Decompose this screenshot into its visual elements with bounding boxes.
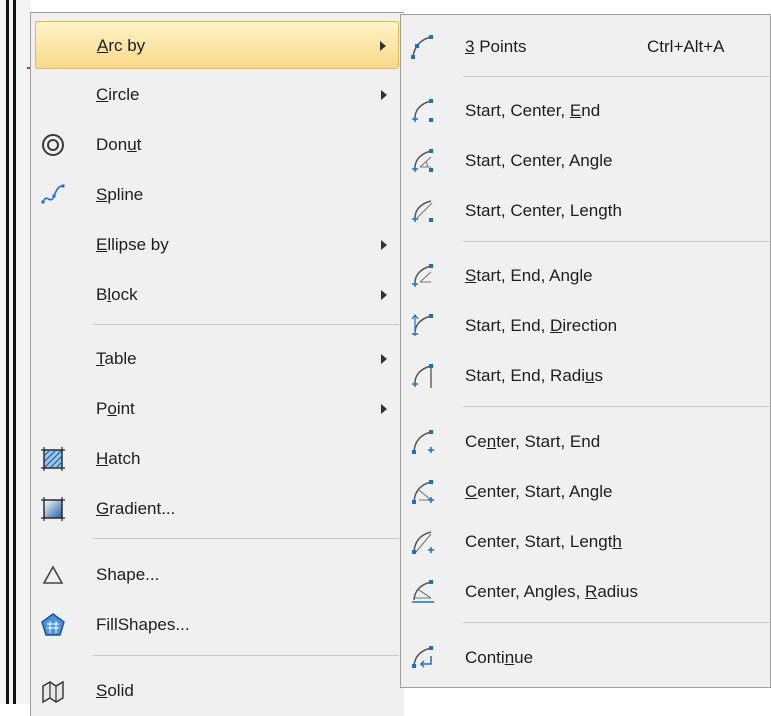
submenu-item-label: Center, Start, End xyxy=(465,432,601,451)
submenu-item-start-center-angle[interactable]: Start, Center, Angle xyxy=(401,137,770,185)
shortcut-label: Ctrl+Alt+A xyxy=(647,37,725,56)
menu-item-label: Solid xyxy=(96,681,134,700)
menu-separator xyxy=(463,241,769,242)
menu-item-fillshapes[interactable]: FillShapes... xyxy=(35,601,399,649)
menu-item-circle[interactable]: Circle xyxy=(35,71,399,119)
menu-item-hatch[interactable]: Hatch xyxy=(35,435,399,483)
menu-item-label: Spline xyxy=(96,185,144,204)
menu-item-label: Arc by xyxy=(97,36,146,55)
arc-start-end-angle-icon xyxy=(409,262,437,290)
menu-item-label: Shape... xyxy=(96,565,160,584)
submenu-item-label: Start, Center, Angle xyxy=(465,151,613,170)
submenu-arrow-icon xyxy=(381,354,387,364)
menu-item-label: Gradient... xyxy=(96,499,176,518)
menu-item-label: Table xyxy=(96,349,137,368)
menu-item-label: Block xyxy=(96,285,138,304)
menu-item-table[interactable]: Table xyxy=(35,335,399,383)
submenu-arrow-icon xyxy=(380,41,386,51)
triangle-icon xyxy=(39,561,67,589)
submenu-item-label: Start, Center, End xyxy=(465,101,601,120)
submenu-arrow-icon xyxy=(381,240,387,250)
submenu-item-center-start-length[interactable]: Center, Start, Length xyxy=(401,518,770,566)
arc-by-submenu: 3 Points Ctrl+Alt+A Start, Center, End S… xyxy=(400,14,771,688)
menu-item-donut[interactable]: Donut xyxy=(35,121,399,169)
spline-icon xyxy=(39,181,67,209)
donut-icon xyxy=(39,131,67,159)
submenu-item-label: Center, Start, Length xyxy=(465,532,622,551)
submenu-item-label: Start, End, Direction xyxy=(465,316,618,335)
submenu-item-start-center-length[interactable]: Start, Center, Length xyxy=(401,187,770,235)
draw-context-menu: Arc by Circle Donut Spline Ellipse by Bl… xyxy=(30,12,404,716)
arc-3points-icon xyxy=(409,33,437,61)
arc-start-center-end-icon xyxy=(409,97,437,125)
menu-item-gradient[interactable]: Gradient... xyxy=(35,485,399,533)
submenu-item-label: 3 Points xyxy=(465,37,527,56)
menu-separator xyxy=(93,538,399,539)
arc-start-center-angle-icon xyxy=(409,147,437,175)
arc-center-start-end-icon xyxy=(409,428,437,456)
menu-item-shape[interactable]: Shape... xyxy=(35,551,399,599)
menu-item-solid[interactable]: Solid xyxy=(35,667,399,715)
arc-start-end-radius-icon xyxy=(409,362,437,390)
hatch-icon xyxy=(39,445,67,473)
arc-center-start-angle-icon xyxy=(409,478,437,506)
submenu-item-start-center-end[interactable]: Start, Center, End xyxy=(401,87,770,135)
submenu-item-start-end-radius[interactable]: Start, End, Radius xyxy=(401,352,770,400)
menu-item-label: Hatch xyxy=(96,449,141,468)
menu-item-label: Circle xyxy=(96,85,140,104)
submenu-item-center-start-end[interactable]: Center, Start, End xyxy=(401,418,770,466)
window-border-line xyxy=(6,0,9,704)
menu-item-label: Point xyxy=(96,399,135,418)
submenu-item-label: Continue xyxy=(465,648,534,667)
gradient-icon xyxy=(39,495,67,523)
menu-item-block[interactable]: Block xyxy=(35,271,399,319)
menu-item-spline[interactable]: Spline xyxy=(35,171,399,219)
arc-center-start-length-icon xyxy=(409,528,437,556)
submenu-item-3-points[interactable]: 3 Points Ctrl+Alt+A xyxy=(401,23,770,71)
solid-icon xyxy=(39,677,67,705)
arc-start-end-direction-icon xyxy=(409,312,437,340)
submenu-item-label: Center, Start, Angle xyxy=(465,482,613,501)
submenu-item-start-end-direction[interactable]: Start, End, Direction xyxy=(401,302,770,350)
arc-center-angles-radius-icon xyxy=(409,578,437,606)
submenu-arrow-icon xyxy=(381,404,387,414)
submenu-arrow-icon xyxy=(381,90,387,100)
submenu-item-label: Start, End, Radius xyxy=(465,366,603,385)
menu-item-ellipse-by[interactable]: Ellipse by xyxy=(35,221,399,269)
submenu-item-label: Start, Center, Length xyxy=(465,201,622,220)
submenu-arrow-icon xyxy=(381,290,387,300)
menu-separator xyxy=(463,406,769,407)
submenu-item-label: Center, Angles, Radius xyxy=(465,582,638,601)
menu-separator xyxy=(463,622,769,623)
menu-item-point[interactable]: Point xyxy=(35,385,399,433)
menu-separator xyxy=(93,324,399,325)
submenu-item-start-end-angle[interactable]: Start, End, Angle xyxy=(401,252,770,300)
arc-start-center-length-icon xyxy=(409,197,437,225)
arc-continue-icon xyxy=(409,644,437,672)
menu-item-label: Donut xyxy=(96,135,142,154)
submenu-item-center-angles-radius[interactable]: Center, Angles, Radius xyxy=(401,568,770,616)
fillshapes-icon xyxy=(39,611,67,639)
menu-item-arc-by[interactable]: Arc by xyxy=(35,21,399,69)
submenu-item-center-start-angle[interactable]: Center, Start, Angle xyxy=(401,468,770,516)
window-border-line xyxy=(13,0,16,704)
submenu-item-label: Start, End, Angle xyxy=(465,266,593,285)
submenu-item-continue[interactable]: Continue xyxy=(401,634,770,682)
menu-separator xyxy=(463,76,769,77)
menu-item-label: Ellipse by xyxy=(96,235,169,254)
menu-separator xyxy=(93,655,399,656)
menu-item-label: FillShapes... xyxy=(96,615,190,634)
